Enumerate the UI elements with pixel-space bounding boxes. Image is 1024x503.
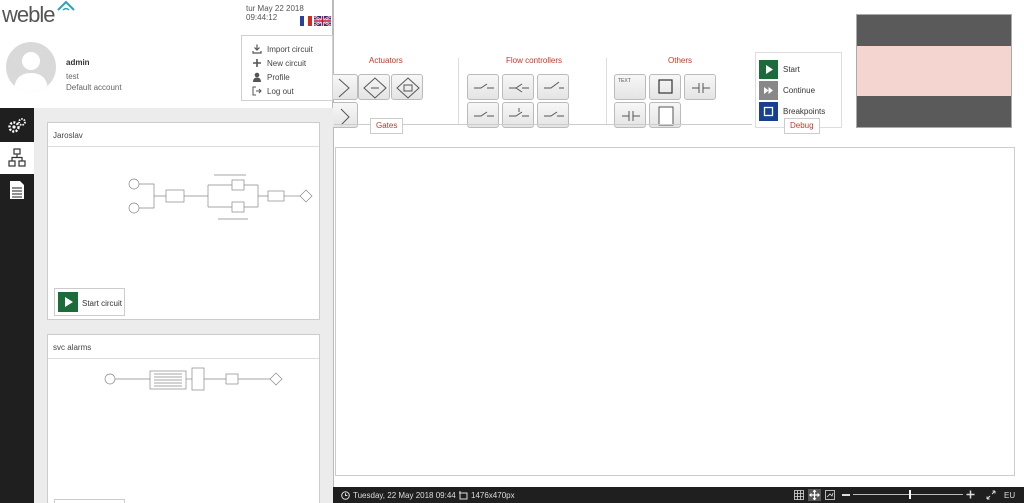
zoom-slider-handle[interactable] (909, 490, 911, 499)
play-icon (759, 60, 778, 79)
group-title-others: Others (668, 56, 693, 65)
start-circuit-label: Start circuit (82, 299, 123, 308)
debug-continue-button[interactable]: Continue (757, 81, 841, 101)
language-flags (300, 15, 332, 28)
sidebar-item-circuits[interactable] (0, 142, 34, 174)
gates-tab[interactable]: Gates (370, 118, 404, 134)
sidebar-item-settings[interactable] (0, 110, 34, 142)
circuit-card[interactable]: svc alarms (47, 334, 320, 503)
debug-panel: Start Continue Breakpoints (755, 52, 842, 128)
flow-tile-2[interactable] (502, 74, 534, 100)
text-tile-label: TEXT (618, 78, 631, 84)
group-separator (458, 58, 459, 124)
debug-start-button[interactable]: Start (757, 60, 841, 80)
menu-item-label: Log out (267, 87, 294, 96)
others-box-tile[interactable] (649, 74, 681, 100)
user-menu: Import circuit New circuit Profile Log o… (241, 35, 333, 101)
card-divider (48, 358, 319, 359)
brand-logo: weble (2, 0, 75, 28)
menu-item-import-circuit[interactable]: Import circuit (252, 44, 332, 56)
import-icon (252, 44, 262, 54)
flow-tile-3[interactable] (537, 74, 569, 100)
debug-tab[interactable]: Debug (784, 118, 820, 134)
others-text-tile[interactable]: TEXT (614, 74, 646, 100)
breakpoint-icon (759, 102, 778, 121)
menu-item-label: Profile (267, 73, 290, 82)
preview-band (857, 96, 1011, 127)
menu-item-profile[interactable]: Profile (252, 72, 332, 84)
circuit-canvas[interactable] (335, 147, 1015, 476)
debug-continue-label: Continue (783, 86, 816, 95)
group-title-flow-controllers: Flow controllers (506, 56, 563, 65)
zoom-out-icon[interactable] (842, 494, 850, 496)
hierarchy-icon (8, 148, 26, 170)
logout-icon (252, 86, 262, 96)
circuit-thumbnail (128, 174, 313, 220)
menu-item-log-out[interactable]: Log out (252, 86, 332, 98)
circuit-card-title: Jaroslav (53, 131, 83, 140)
fast-forward-icon (759, 81, 778, 100)
debug-breakpoints-label: Breakpoints (783, 107, 826, 116)
avatar[interactable] (6, 42, 56, 92)
flow-tile-1[interactable] (467, 74, 499, 100)
status-datetime: Tuesday, 22 May 2018 09:44 (353, 491, 456, 500)
zoom-slider[interactable] (853, 494, 963, 495)
start-circuit-button[interactable]: Start circuit (54, 288, 125, 316)
user-icon (252, 72, 262, 82)
actuator-tile-2[interactable] (358, 74, 390, 100)
status-canvas-size: 1476x470px (471, 491, 515, 500)
group-title-actuators: Actuators (369, 56, 403, 65)
actuator-tile-3[interactable] (391, 74, 423, 100)
status-locale[interactable]: EU (1004, 491, 1015, 500)
debug-start-label: Start (783, 65, 800, 74)
fullscreen-icon[interactable] (986, 490, 996, 502)
user-account: Default account (66, 83, 122, 92)
document-icon (9, 180, 25, 202)
brand-name: weble (2, 2, 55, 27)
start-circuit-button[interactable] (54, 499, 125, 503)
user-name: admin (66, 58, 90, 67)
flag-fr-icon (300, 16, 312, 26)
menu-item-new-circuit[interactable]: New circuit (252, 58, 332, 70)
circuit-card[interactable]: Jaroslav Start circuit (47, 122, 320, 320)
circuit-list: Jaroslav Start circuit svc alarms (34, 108, 333, 503)
left-panel: weble tur May 22 2018 09:44:12 admin tes… (0, 0, 333, 503)
component-ribbon: Actuators Flow controllers Others TEXT G… (326, 52, 754, 134)
preview-band (857, 15, 1011, 46)
play-icon (58, 292, 78, 312)
circuit-card-title: svc alarms (53, 343, 92, 352)
zoom-in-icon[interactable] (966, 490, 975, 501)
minimap-preview[interactable] (856, 14, 1012, 128)
resize-icon (459, 491, 468, 502)
plus-icon (252, 58, 262, 68)
circuit-thumbnail (104, 367, 283, 391)
others-connector-tile[interactable] (684, 74, 716, 100)
flag-uk-icon (313, 15, 332, 27)
clock-icon (341, 491, 350, 502)
sidebar (0, 108, 34, 503)
status-bar: Tuesday, 22 May 2018 09:44 1476x470px EU (333, 487, 1024, 503)
editor-area: Actuators Flow controllers Others TEXT G… (326, 0, 1024, 503)
gears-icon (7, 117, 27, 137)
pan-icon[interactable] (808, 489, 821, 501)
user-subtitle: test (66, 72, 79, 81)
sidebar-item-documents[interactable] (0, 174, 34, 206)
grid-icon[interactable] (794, 490, 804, 502)
select-icon[interactable] (825, 490, 835, 502)
menu-item-label: Import circuit (267, 45, 313, 54)
card-divider (48, 146, 319, 147)
preview-viewport (857, 46, 1011, 96)
wifi-house-icon (56, 0, 76, 26)
menu-item-label: New circuit (267, 59, 307, 68)
group-separator (606, 58, 607, 124)
